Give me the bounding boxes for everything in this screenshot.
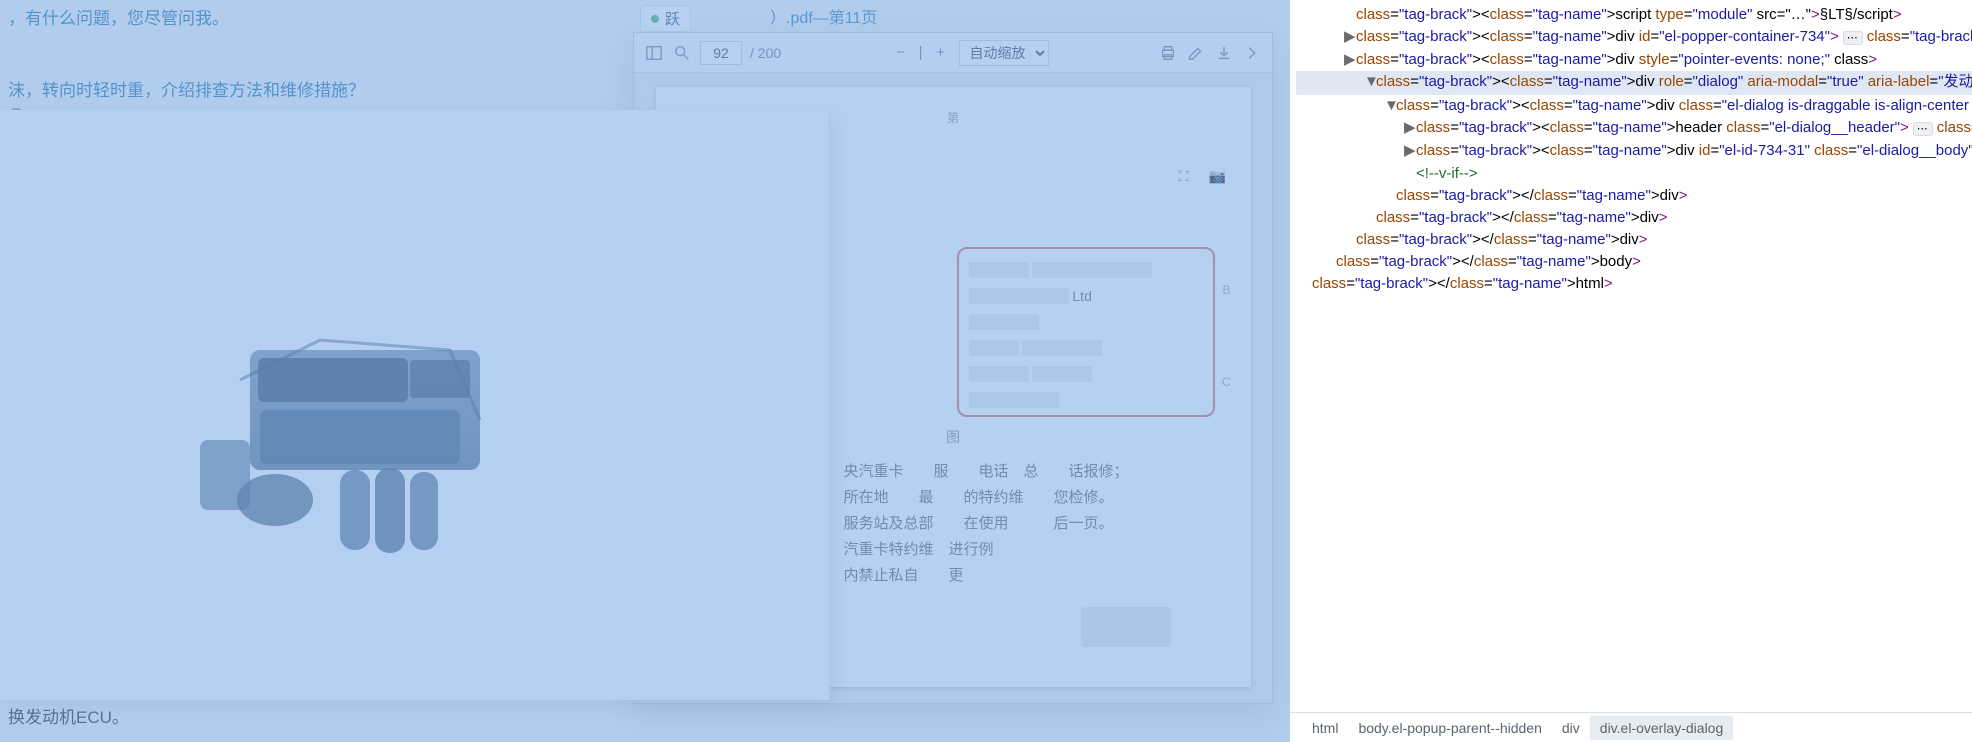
dom-tree-line[interactable]: ▼class="tag-brack"><class="tag-name">div…	[1296, 71, 1972, 95]
dom-tree-line[interactable]: ▼class="tag-brack"><class="tag-name">div…	[1296, 95, 1972, 117]
chevron-right-icon[interactable]	[1242, 43, 1262, 63]
download-icon[interactable]	[1214, 43, 1234, 63]
status-pill-label: 跃	[665, 8, 680, 29]
pdf-tab-label[interactable]: ）.pdf—第11页	[770, 4, 877, 28]
zoom-in-icon[interactable]: +	[931, 43, 951, 63]
page-total-label: / 200	[750, 45, 781, 61]
chat-greeting-text: ，有什么问题，您尽管问我。	[8, 4, 229, 29]
pdf-toolbar: / 200 − | + 自动缩放	[634, 33, 1272, 73]
status-dot-icon	[651, 15, 659, 23]
vehicle-info-box: Ltd B C	[957, 247, 1215, 417]
callout-b-label: B	[1222, 283, 1230, 297]
dom-tree[interactable]: class="tag-brack"><class="tag-name">scri…	[1290, 0, 1972, 712]
breadcrumb-item[interactable]: div	[1552, 716, 1590, 740]
dom-tree-line[interactable]: class="tag-brack"></class="tag-name">bod…	[1296, 251, 1972, 273]
chat-question-text: 沫，转向时轻时重，介绍排查方法和维修措施？	[8, 76, 365, 101]
search-icon[interactable]	[672, 43, 692, 63]
dom-tree-line[interactable]: ▶class="tag-brack"><class="tag-name">div…	[1296, 26, 1972, 49]
dom-tree-line[interactable]: class="tag-brack"></class="tag-name">div…	[1296, 207, 1972, 229]
dom-tree-line[interactable]: class="tag-brack"></class="tag-name">div…	[1296, 185, 1972, 207]
status-pill[interactable]: 跃	[640, 5, 691, 32]
figure-caption: 图	[946, 427, 960, 447]
stamp-image	[1081, 607, 1171, 647]
engine-illustration	[180, 290, 580, 610]
dom-tree-line[interactable]: ▶class="tag-brack"><class="tag-name">div…	[1296, 140, 1972, 163]
chat-answer-text: 换发动机ECU。	[8, 703, 129, 728]
dom-tree-line[interactable]: <!--v-if-->	[1296, 163, 1972, 185]
sidebar-toggle-icon[interactable]	[644, 43, 664, 63]
breadcrumb-item[interactable]: body.el-popup-parent--hidden	[1348, 716, 1551, 740]
camera-icon[interactable]: 📷	[1207, 165, 1229, 187]
breadcrumb-item[interactable]: div.el-overlay-dialog	[1590, 716, 1733, 740]
dom-tree-line[interactable]: class="tag-brack"></class="tag-name">div…	[1296, 229, 1972, 251]
dom-tree-line[interactable]: ▶class="tag-brack"><class="tag-name">div…	[1296, 49, 1972, 71]
dom-tree-line[interactable]: ▶class="tag-brack"><class="tag-name">hea…	[1296, 117, 1972, 140]
page-header-label: 第	[947, 109, 959, 126]
zoom-mode-select[interactable]: 自动缩放	[959, 40, 1049, 66]
zoom-out-icon[interactable]: −	[891, 43, 911, 63]
app-preview-pane: ，有什么问题，您尽管问我。 沫，转向时轻时重，介绍排查方法和维修措施？ 几 换发…	[0, 0, 1290, 742]
dom-tree-line[interactable]: class="tag-brack"></class="tag-name">htm…	[1296, 273, 1972, 295]
breadcrumb-item[interactable]: html	[1302, 716, 1348, 740]
callout-c-label: C	[1222, 375, 1231, 389]
devtools-elements-panel: class="tag-brack"><class="tag-name">scri…	[1290, 0, 1972, 742]
engine-render-panel	[0, 110, 830, 700]
dom-tree-line[interactable]: class="tag-brack"><class="tag-name">scri…	[1296, 4, 1972, 26]
dom-breadcrumb[interactable]: htmlbody.el-popup-parent--hiddendivdiv.e…	[1290, 712, 1972, 742]
edit-icon[interactable]	[1186, 43, 1206, 63]
toolbar-divider: |	[919, 44, 923, 61]
fullscreen-icon[interactable]: ⛶	[1173, 165, 1195, 187]
print-icon[interactable]	[1158, 43, 1178, 63]
paragraph-block: 央汽重卡 服 电话 总 话报修； 所在地 最 的特约维 您检修。 服务站及总部 …	[844, 459, 1184, 589]
page-number-input[interactable]	[700, 41, 742, 65]
